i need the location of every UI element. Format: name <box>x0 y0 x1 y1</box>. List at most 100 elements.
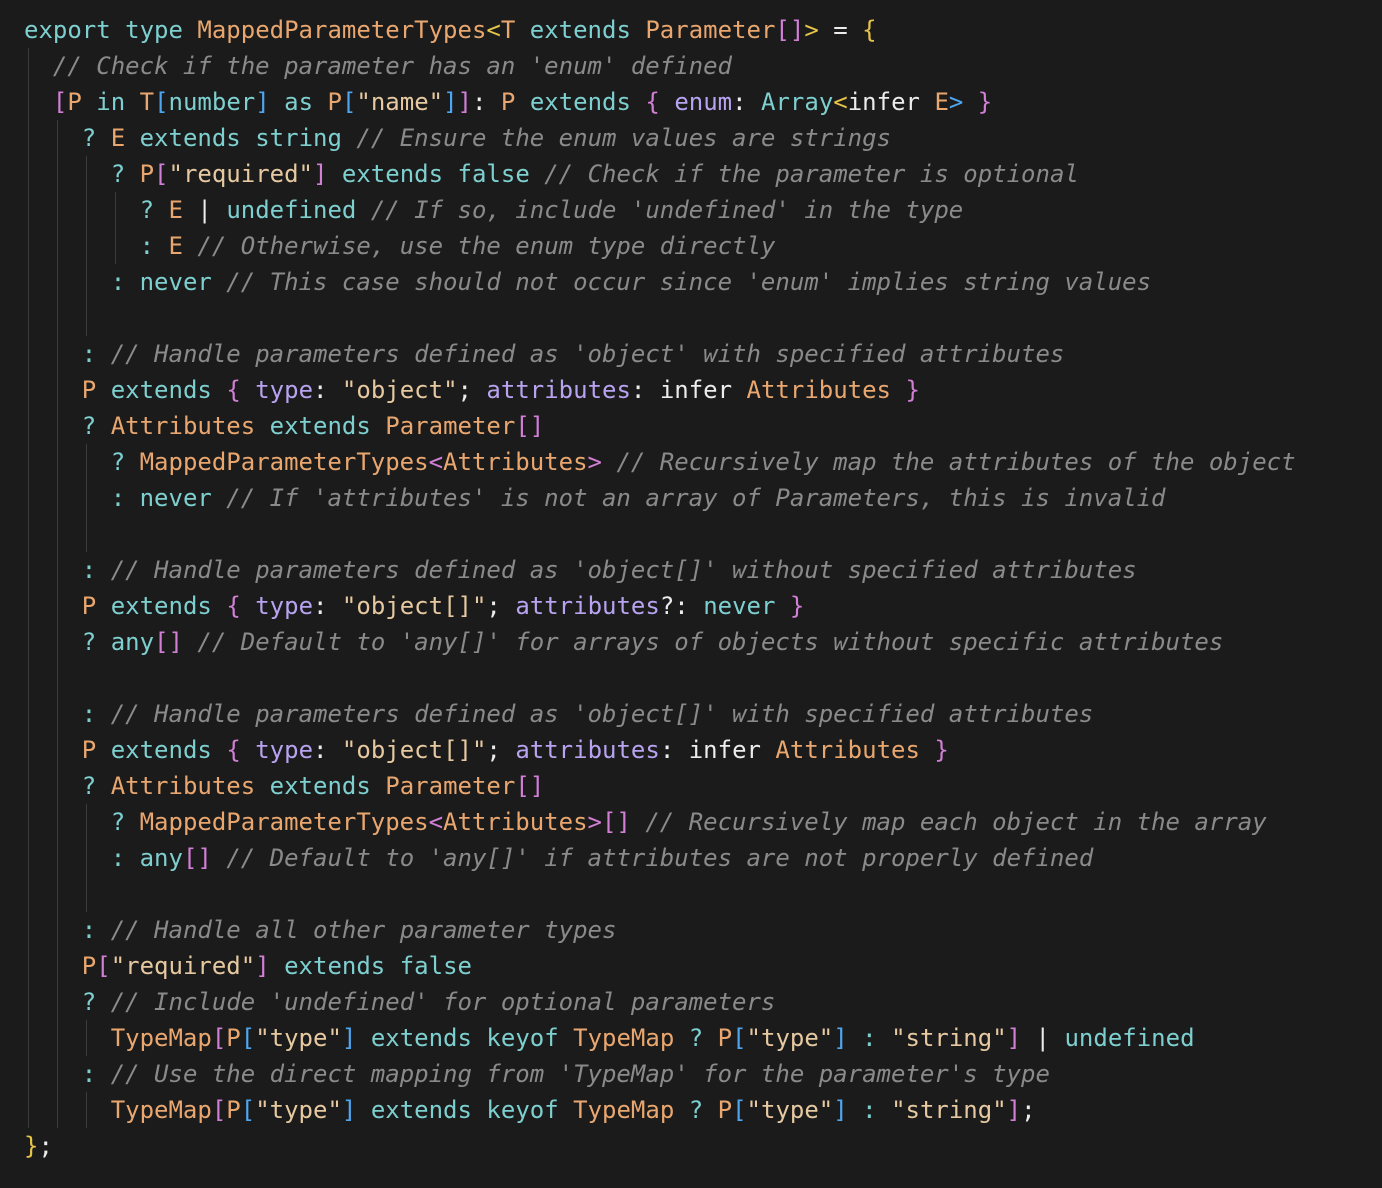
code-editor[interactable]: export type MappedParameterTypes<T exten… <box>0 0 1382 1188</box>
code-line[interactable]: : // Handle all other parameter types <box>24 912 1382 948</box>
code-line[interactable]: ? E extends string // Ensure the enum va… <box>24 120 1382 156</box>
code-tokens: ? Attributes extends Parameter[] <box>24 412 544 440</box>
code-tokens: TypeMap[P["type"] extends keyof TypeMap … <box>24 1096 1036 1124</box>
code-token: Attributes <box>443 808 588 836</box>
code-line[interactable]: // Check if the parameter has an 'enum' … <box>24 48 1382 84</box>
code-token: } <box>934 736 949 764</box>
code-line[interactable]: P["required"] extends false <box>24 948 1382 984</box>
code-token: ] <box>1006 1024 1022 1052</box>
code-tokens: : // Handle parameters defined as 'objec… <box>24 340 1065 368</box>
code-line[interactable]: ? any[] // Default to 'any[]' for arrays… <box>24 624 1382 660</box>
code-token: infer <box>847 88 935 116</box>
code-tokens: : // Handle all other parameter types <box>24 916 617 944</box>
code-tokens: : // Handle parameters defined as 'objec… <box>24 700 1093 728</box>
code-tokens: TypeMap[P["type"] extends keyof TypeMap … <box>24 1024 1195 1052</box>
code-line[interactable]: }; <box>24 1128 1382 1164</box>
code-token: type <box>125 16 183 44</box>
code-line[interactable]: : E // Otherwise, use the enum type dire… <box>24 228 1382 264</box>
code-line[interactable]: TypeMap[P["type"] extends keyof TypeMap … <box>24 1092 1382 1128</box>
code-line[interactable]: : // Use the direct mapping from 'TypeMa… <box>24 1056 1382 1092</box>
code-line[interactable]: [P in T[number] as P["name"]]: P extends… <box>24 84 1382 120</box>
code-token: Parameter <box>385 772 516 800</box>
code-line[interactable]: : // Handle parameters defined as 'objec… <box>24 336 1382 372</box>
code-token: [ <box>240 1024 256 1052</box>
code-token: Attributes <box>443 448 588 476</box>
code-token: [ <box>154 88 169 116</box>
code-tokens <box>24 304 111 332</box>
code-token: [] <box>775 16 805 44</box>
code-token: ] <box>313 160 328 188</box>
code-line[interactable] <box>24 876 1382 912</box>
code-token: Array <box>761 88 834 116</box>
code-token: undefined <box>226 196 357 224</box>
code-line[interactable]: : // Handle parameters defined as 'objec… <box>24 552 1382 588</box>
code-token: P <box>67 88 82 116</box>
code-token: // Include 'undefined' for optional para… <box>110 988 776 1016</box>
code-token: false <box>399 952 472 980</box>
code-line[interactable]: : never // This case should not occur si… <box>24 264 1382 300</box>
code-tokens: [P in T[number] as P["name"]]: P extends… <box>24 88 992 116</box>
code-line[interactable]: export type MappedParameterTypes<T exten… <box>24 12 1382 48</box>
code-token: ; <box>457 376 487 404</box>
code-line[interactable]: P extends { type: "object"; attributes: … <box>24 372 1382 408</box>
code-token: "string" <box>891 1096 1007 1124</box>
code-line[interactable] <box>24 660 1382 696</box>
code-line[interactable]: ? MappedParameterTypes<Attributes> // Re… <box>24 444 1382 480</box>
code-token: P <box>717 1024 733 1052</box>
code-line[interactable]: : any[] // Default to 'any[]' if attribu… <box>24 840 1382 876</box>
code-token: extends <box>284 952 386 980</box>
code-token: { <box>862 16 877 44</box>
code-token: P <box>717 1096 733 1124</box>
code-token: MappedParameterTypes <box>139 808 429 836</box>
code-token: // Recursively map the attributes of the… <box>616 448 1296 476</box>
code-line[interactable]: ? E | undefined // If so, include 'undef… <box>24 192 1382 228</box>
code-line[interactable]: ? Attributes extends Parameter[] <box>24 408 1382 444</box>
code-token: P <box>81 592 97 620</box>
code-token: extends <box>139 124 241 152</box>
code-token: [ <box>52 88 68 116</box>
code-token: type <box>255 592 314 620</box>
code-line[interactable]: ? Attributes extends Parameter[] <box>24 768 1382 804</box>
code-token: { <box>645 88 660 116</box>
code-token: : <box>862 1024 877 1052</box>
code-token: P <box>327 88 342 116</box>
code-token: as <box>284 88 314 116</box>
code-token: ? <box>81 628 111 656</box>
code-token: "object[]" <box>341 592 487 620</box>
code-token: P <box>226 1024 241 1052</box>
code-line[interactable] <box>24 516 1382 552</box>
code-line[interactable]: : // Handle parameters defined as 'objec… <box>24 696 1382 732</box>
code-line[interactable]: P extends { type: "object[]"; attributes… <box>24 588 1382 624</box>
code-line[interactable]: ? // Include 'undefined' for optional pa… <box>24 984 1382 1020</box>
code-line[interactable]: ? P["required"] extends false // Check i… <box>24 156 1382 192</box>
code-line[interactable] <box>24 300 1382 336</box>
code-line[interactable]: : never // If 'attributes' is not an arr… <box>24 480 1382 516</box>
code-tokens: ? E extends string // Ensure the enum va… <box>24 124 891 152</box>
code-tokens: P extends { type: "object[]"; attributes… <box>24 736 949 764</box>
code-line[interactable]: TypeMap[P["type"] extends keyof TypeMap … <box>24 1020 1382 1056</box>
code-token: ? <box>139 196 169 224</box>
code-token: : <box>110 844 140 872</box>
code-token: any <box>110 628 155 656</box>
code-token: < <box>486 16 501 44</box>
code-line[interactable]: P extends { type: "object[]"; attributes… <box>24 732 1382 768</box>
code-token: MappedParameterTypes <box>139 448 429 476</box>
code-token: enum <box>674 88 733 116</box>
code-token: ? <box>81 988 111 1016</box>
code-line[interactable]: ? MappedParameterTypes<Attributes>[] // … <box>24 804 1382 840</box>
code-token: // Otherwise, use the enum type directly <box>197 232 776 260</box>
